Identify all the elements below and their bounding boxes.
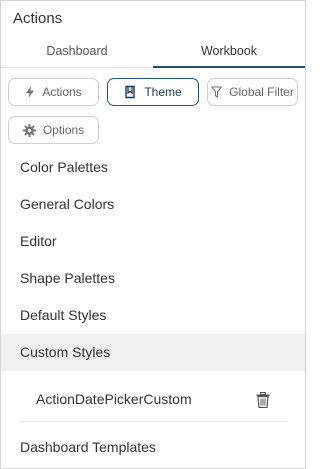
gear-icon <box>22 123 36 137</box>
section-general-colors[interactable]: General Colors <box>1 186 305 223</box>
active-tab-indicator <box>153 66 305 68</box>
theme-icon <box>124 85 137 99</box>
tab-workbook-label: Workbook <box>200 44 258 58</box>
section-default-styles[interactable]: Default Styles <box>1 297 305 334</box>
custom-style-item[interactable]: ActionDatePickerCustom <box>20 376 288 422</box>
custom-style-label: ActionDatePickerCustom <box>36 391 192 407</box>
section-color-palettes[interactable]: Color Palettes <box>1 149 305 186</box>
tab-workbook[interactable]: Workbook <box>153 37 305 68</box>
tab-dashboard[interactable]: Dashboard <box>1 37 153 67</box>
theme-button-label: Theme <box>144 85 182 99</box>
global-filter-button[interactable]: Global Filter <box>207 78 298 106</box>
section-editor[interactable]: Editor <box>1 223 305 260</box>
actions-panel: Actions Dashboard Workbook Actions Theme… <box>0 0 306 469</box>
section-custom-styles[interactable]: Custom Styles <box>1 334 305 371</box>
theme-button[interactable]: Theme <box>107 78 199 106</box>
options-button-label: Options <box>42 123 85 137</box>
section-dashboard-templates[interactable]: Dashboard Templates <box>1 429 305 466</box>
options-button[interactable]: Options <box>8 116 99 144</box>
lightning-icon <box>25 86 35 98</box>
trash-icon[interactable] <box>256 392 270 409</box>
tab-bar: Dashboard Workbook <box>1 37 305 68</box>
filter-icon <box>210 86 223 98</box>
section-shape-palettes[interactable]: Shape Palettes <box>1 260 305 297</box>
actions-button-label: Actions <box>42 85 82 99</box>
global-filter-button-label: Global Filter <box>229 85 294 99</box>
panel-title: Actions <box>13 10 63 27</box>
actions-button[interactable]: Actions <box>8 78 99 106</box>
